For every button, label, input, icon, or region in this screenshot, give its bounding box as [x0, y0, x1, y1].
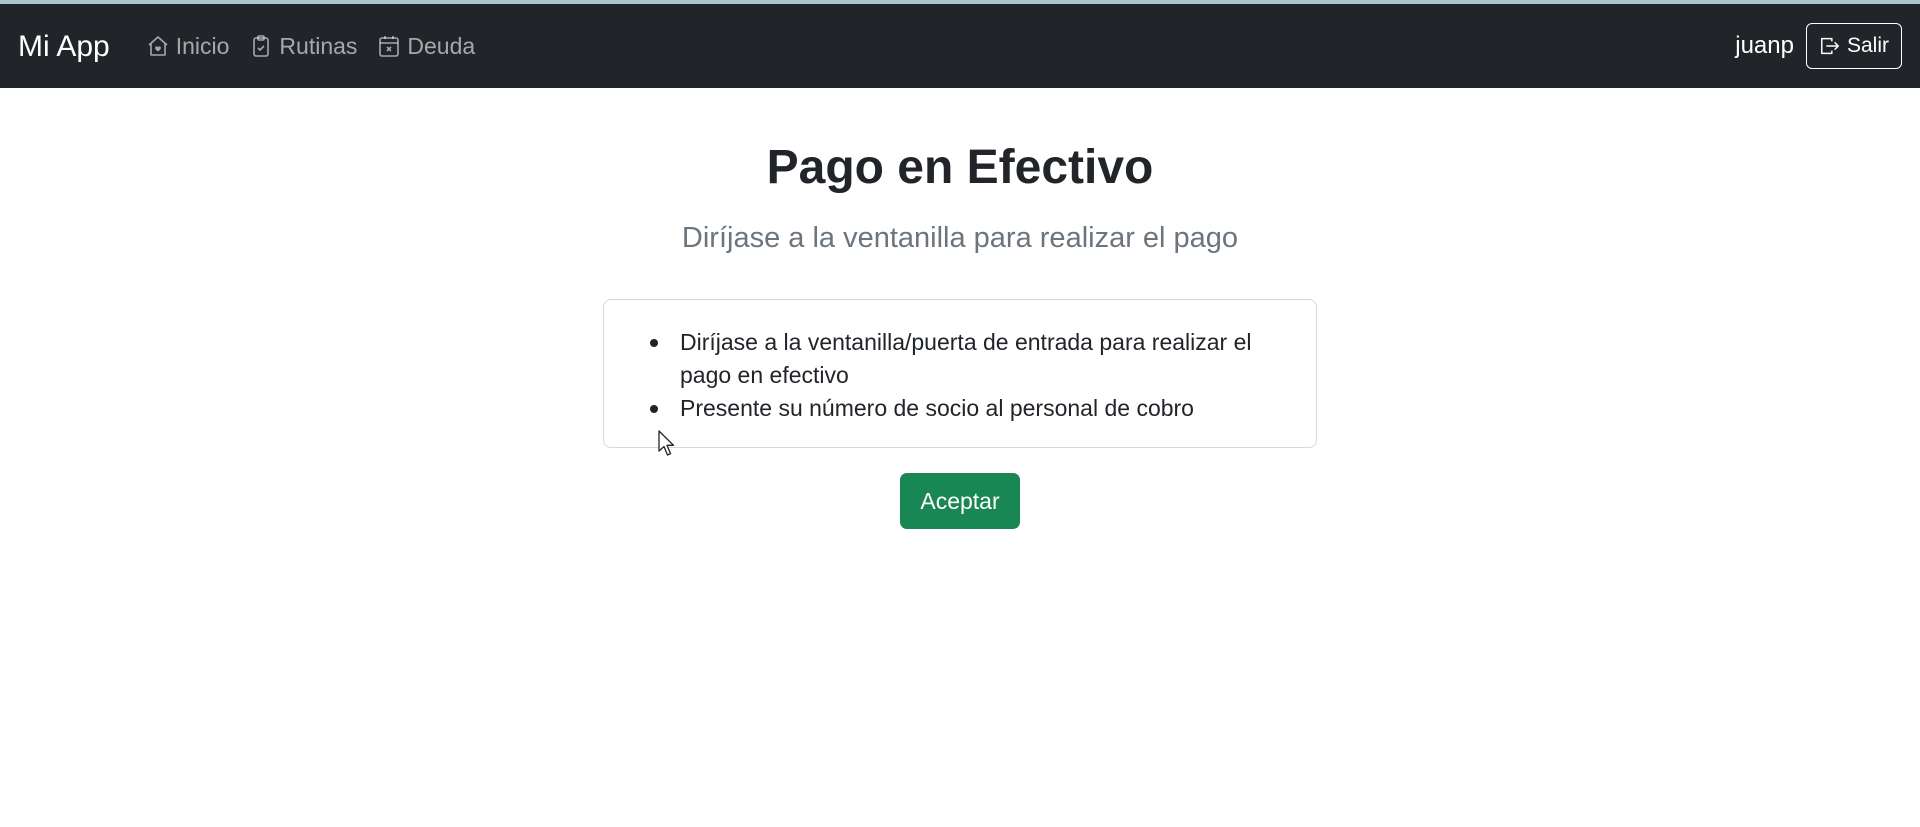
list-item: Presente su número de socio al personal … [634, 392, 1286, 425]
username-label: juanp [1735, 32, 1794, 59]
nav-link-label: Rutinas [279, 32, 358, 59]
logout-button[interactable]: Salir [1805, 23, 1902, 69]
calendar-x-icon [377, 34, 401, 58]
nav-link-deuda[interactable]: Deuda [377, 34, 475, 58]
home-heart-icon [146, 34, 170, 58]
page-title: Pago en Efectivo [766, 141, 1154, 194]
list-item: Diríjase a la ventanilla/puerta de entra… [634, 326, 1286, 392]
nav-link-rutinas[interactable]: Rutinas [249, 34, 357, 58]
accept-button[interactable]: Aceptar [900, 473, 1020, 529]
logout-label: Salir [1846, 34, 1889, 57]
nav-link-inicio[interactable]: Inicio [146, 32, 230, 59]
clipboard-check-icon [249, 34, 273, 58]
page-subtitle: Diríjase a la ventanilla para realizar e… [681, 222, 1239, 254]
nav-left: Mi App Inicio Rutinas Deuda [18, 4, 475, 88]
nav-link-label: Inicio [175, 32, 230, 59]
mouse-cursor-icon [658, 430, 675, 456]
brand-link[interactable]: Mi App [18, 30, 110, 62]
instructions-card: Diríjase a la ventanilla/puerta de entra… [603, 299, 1317, 448]
nav-link-label: Deuda [407, 32, 476, 59]
nav-right: juanp Salir [1735, 23, 1902, 69]
instructions-list: Diríjase a la ventanilla/puerta de entra… [634, 326, 1286, 425]
navbar: Mi App Inicio Rutinas Deuda juanp Salir [0, 4, 1920, 88]
box-arrow-right-icon [1819, 35, 1841, 57]
